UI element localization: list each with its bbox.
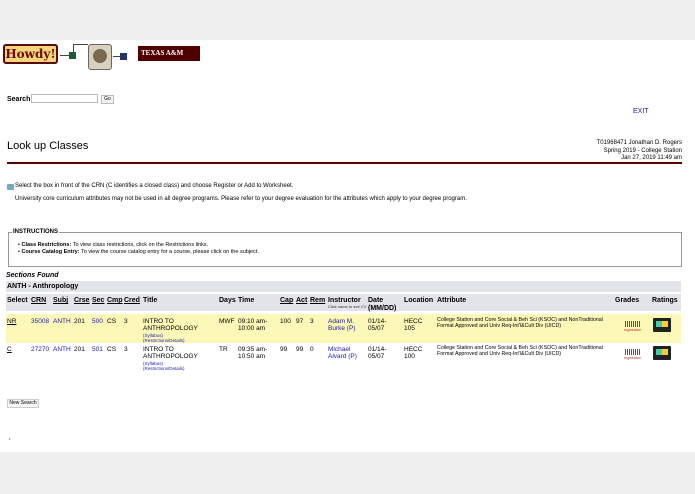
exit-link[interactable]: EXIT (633, 108, 649, 115)
restrictions-link[interactable]: (Restrictions/Details) (143, 366, 185, 371)
row-location-2: 100 (404, 353, 415, 360)
row-select[interactable]: NR (7, 318, 16, 326)
col-grades: Grades (615, 297, 640, 304)
instruction-catalog: • Course Catalog Entry: To view the cour… (18, 249, 259, 255)
row-rem: 3 (310, 318, 314, 325)
row-days: MWF (219, 318, 235, 325)
col-date: Date (368, 297, 384, 304)
info-icon (7, 184, 14, 190)
col-time: Time (238, 297, 255, 304)
instructor-hint: Click name to see CV (328, 304, 367, 309)
row-cred: 3 (124, 318, 128, 325)
row-crse: 201 (74, 318, 85, 325)
row-subj[interactable]: ANTH (53, 318, 71, 326)
row-location-2: 105 (404, 325, 415, 332)
seal-logo-icon (88, 44, 112, 70)
row-cmp: CS (107, 318, 117, 325)
row-cap: 99 (280, 346, 288, 353)
bar-chart-icon[interactable]: registration (624, 320, 642, 334)
row-select: C (7, 346, 12, 353)
row-title-2: ANTHROPOLOGY (143, 325, 198, 332)
connector-line (73, 44, 74, 54)
instructions-title: INSTRUCTIONS (12, 229, 59, 235)
col-select: Select (7, 297, 28, 304)
tamu-logo[interactable]: TEXAS A&M (138, 46, 200, 61)
row-rem: 0 (310, 346, 314, 353)
sections-found-label: Sections Found (6, 272, 59, 279)
search-label: Search (7, 96, 31, 103)
new-search-button[interactable]: New Search (7, 399, 39, 408)
col-sec[interactable]: Sec (92, 297, 104, 304)
row-act: 99 (296, 346, 304, 353)
col-cred[interactable]: Cred (124, 297, 140, 304)
row-crse: 201 (74, 346, 85, 353)
instruction-restrictions: • Class Restrictions: To view class rest… (18, 242, 209, 248)
col-date-format: (MM/DD) (368, 305, 397, 312)
top-margin (0, 0, 695, 40)
row-sec[interactable]: 500 (92, 318, 103, 326)
search-input[interactable] (31, 94, 98, 103)
subject-header: ANTH - Anthropology (6, 281, 681, 292)
col-attribute: Attribute (437, 297, 467, 304)
howdy-logo[interactable]: Howdy! (3, 44, 58, 64)
term-campus: Spring 2019 - College Station (603, 147, 682, 154)
row-crn[interactable]: 27270 (31, 346, 49, 354)
row-title-2: ANTHROPOLOGY (143, 353, 198, 360)
footer-mark: • (9, 436, 11, 441)
row-sec[interactable]: 501 (92, 346, 103, 354)
instructor-link-2[interactable]: Alvard (P) (328, 353, 357, 361)
go-button[interactable]: Go (101, 95, 114, 104)
bar-chart-icon[interactable]: registration (624, 348, 642, 362)
col-crn[interactable]: CRN (31, 297, 46, 304)
page-title: Look up Classes (7, 140, 89, 152)
blue-square-icon (120, 53, 127, 60)
rating-icon[interactable] (653, 318, 671, 332)
row-cmp: CS (107, 346, 117, 353)
tip-select-crn: Select the box in front of the CRN (C id… (15, 183, 294, 189)
col-title: Title (143, 297, 158, 304)
rating-icon[interactable] (653, 346, 671, 360)
row-time-2: 10:00 am (238, 325, 266, 332)
col-act[interactable]: Act (296, 297, 307, 304)
col-days: Days (219, 297, 236, 304)
row-act: 97 (296, 318, 304, 325)
row-attribute: College Station and Core Social & Beh Sc… (437, 317, 603, 330)
row-attribute: College Station and Core Social & Beh Sc… (437, 345, 603, 358)
row-time-2: 10:50 am (238, 353, 266, 360)
row-cred: 3 (124, 346, 128, 353)
user-id-name: T01968471 Jonathan D. Rogers (596, 140, 682, 146)
col-rem[interactable]: Rem (310, 297, 325, 304)
row-date-2: 05/07 (368, 325, 385, 332)
header-divider (7, 162, 682, 164)
col-location: Location (404, 297, 434, 304)
instructor-link-2[interactable]: Burke (P) (328, 325, 355, 333)
row-days: TR (219, 346, 228, 353)
col-ratings: Ratings (652, 297, 678, 304)
col-cap[interactable]: Cap (280, 297, 293, 304)
row-crn[interactable]: 35008 (31, 318, 49, 326)
col-instructor: Instructor (328, 297, 361, 304)
row-subj[interactable]: ANTH (53, 346, 71, 354)
bottom-margin (0, 452, 695, 494)
col-crse[interactable]: Crse (74, 297, 90, 304)
col-cmp[interactable]: Cmp (107, 297, 123, 304)
row-date-2: 05/07 (368, 353, 385, 360)
connector-line (73, 44, 88, 45)
user-info: T01968471 Jonathan D. Rogers Spring 2019… (597, 140, 682, 163)
col-subj[interactable]: Subj (53, 297, 68, 304)
row-cap: 100 (280, 318, 291, 325)
tip-core-curriculum: University core curriculum attributes ma… (15, 196, 467, 202)
